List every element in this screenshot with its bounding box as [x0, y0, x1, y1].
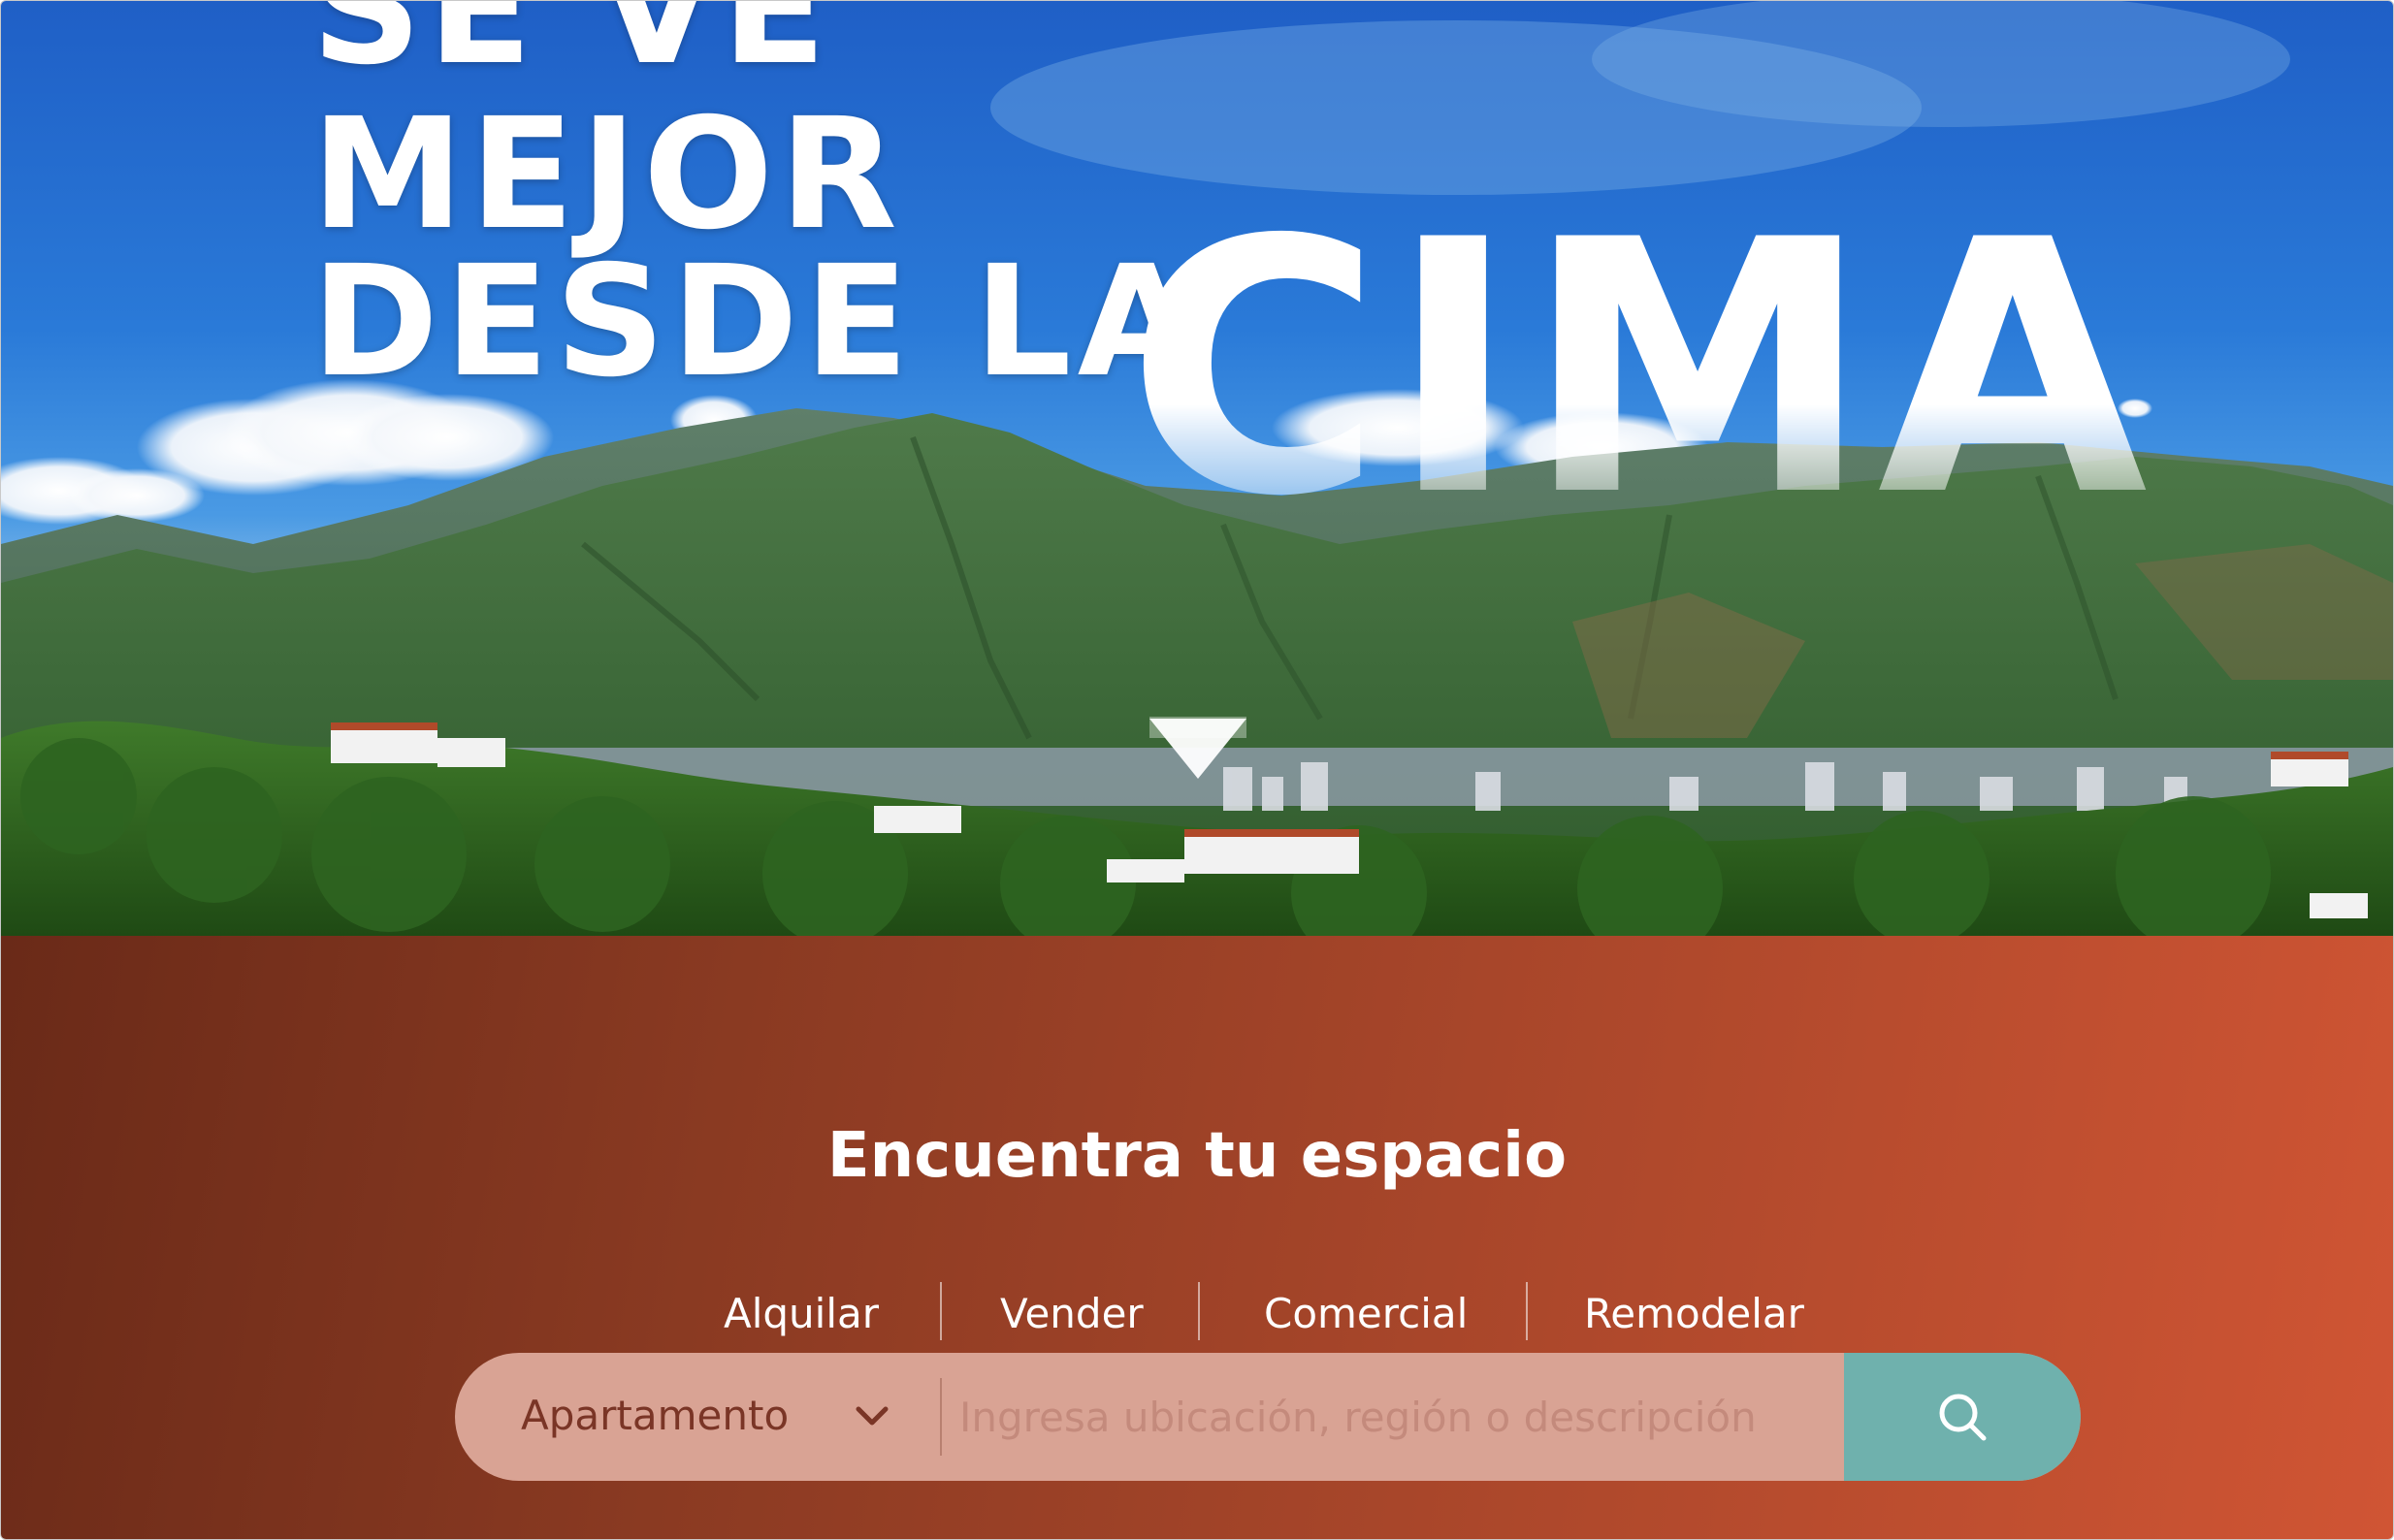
location-search-input[interactable] — [959, 1353, 1794, 1481]
tab-remodelar[interactable]: Remodelar — [1584, 1290, 1804, 1337]
headline-emphasis: CIMA — [1126, 166, 2153, 572]
search-section: Encuentra tu espacio Alquilar Vender Com… — [1, 936, 2393, 1539]
property-type-value: Apartamento — [521, 1392, 790, 1439]
hero-banner: SE VE MEJOR DESDE LA CIMA — [1, 1, 2393, 936]
page-frame: SE VE MEJOR DESDE LA CIMA Encuentra tu e… — [0, 0, 2394, 1540]
headline-line-3: DESDE LA — [311, 233, 1202, 411]
tab-alquilar[interactable]: Alquilar — [724, 1290, 879, 1337]
search-icon — [1939, 1394, 1987, 1441]
search-bar: Apartamento — [455, 1353, 2081, 1481]
headline-line-2: MEJOR — [311, 85, 903, 264]
tab-divider — [1198, 1282, 1200, 1340]
search-title: Encuentra tu espacio — [826, 1120, 1568, 1192]
search-button[interactable] — [1844, 1353, 2081, 1481]
search-divider — [940, 1378, 942, 1456]
tab-divider — [940, 1282, 942, 1340]
search-tabs: Alquilar Vender Comercial Remodelar — [1, 1282, 2393, 1348]
tab-vender[interactable]: Vender — [1000, 1290, 1144, 1337]
triangle-down-icon[interactable] — [1149, 719, 1246, 779]
tab-divider — [1526, 1282, 1528, 1340]
property-type-select[interactable]: Apartamento — [455, 1353, 940, 1481]
tab-comercial[interactable]: Comercial — [1264, 1290, 1468, 1337]
headline-line-1: SE VE — [311, 1, 832, 99]
chevron-down-icon — [856, 1406, 889, 1426]
